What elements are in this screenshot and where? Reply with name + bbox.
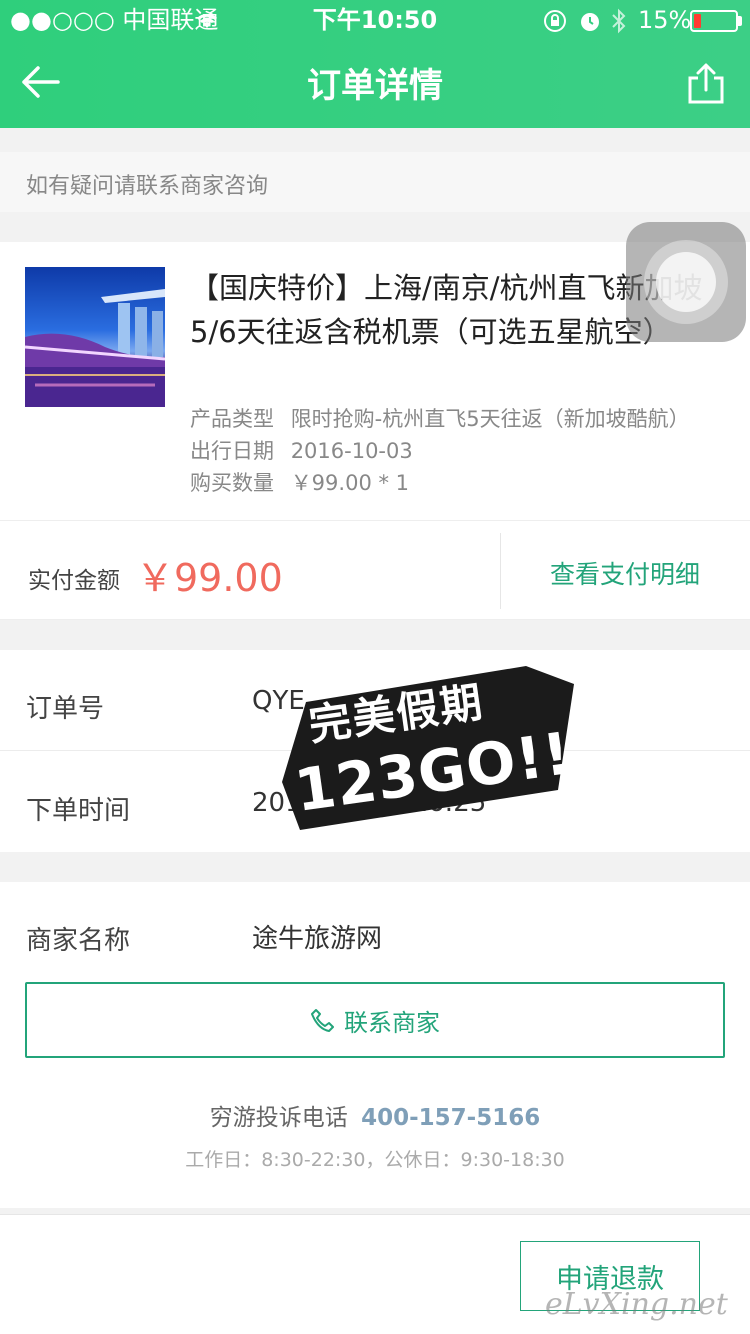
header: ●●○○○ 中国联通 下午10:50 15% 订单详情	[0, 0, 750, 128]
travel-date-row: 出行日期 2016-10-03	[190, 435, 413, 465]
notice-text: 如有疑问请联系商家咨询	[26, 174, 269, 199]
assistive-touch-button[interactable]	[626, 222, 746, 342]
corner-watermark: eLvXing.net	[545, 1287, 728, 1322]
bluetooth-icon	[612, 8, 626, 34]
complaint-line: 穷游投诉电话 400-157-5166	[0, 1098, 750, 1132]
payment-summary: 实付金额 ￥99.00 查看支付明细	[0, 520, 750, 620]
battery-percent: 15%	[638, 6, 692, 34]
complaint-label: 穷游投诉电话	[209, 1105, 348, 1131]
service-hours: 工作日：8:30-22:30，公休日：9:30-18:30	[185, 1149, 565, 1171]
merchant-name-value: 途牛旅游网	[252, 924, 383, 954]
watermark-stamp: 完美假期 123GO!!	[276, 662, 576, 832]
contact-merchant-button[interactable]: 联系商家	[25, 982, 725, 1058]
product-type-label: 产品类型	[190, 407, 274, 431]
merchant-section: 商家名称 途牛旅游网 联系商家 穷游投诉电话 400-157-5166 工作日：…	[0, 882, 750, 1208]
product-type-row: 产品类型 限时抢购-杭州直飞5天往返（新加坡酷航）	[190, 403, 690, 433]
paid-amount-label: 实付金额	[28, 568, 120, 594]
battery-tip	[738, 16, 742, 26]
rotation-lock-icon	[544, 10, 566, 32]
paid-amount-value: ￥99.00	[136, 556, 283, 600]
product-type-value: 限时抢购-杭州直飞5天往返（新加坡酷航）	[290, 407, 690, 431]
bottom-action-bar: 申请退款 eLvXing.net	[0, 1214, 750, 1334]
travel-date-value: 2016-10-03	[290, 439, 413, 463]
phone-icon	[311, 1009, 334, 1032]
payment-detail-link[interactable]: 查看支付明细	[500, 555, 750, 591]
page-title: 订单详情	[307, 66, 443, 106]
complaint-phone-link[interactable]: 400-157-5166	[361, 1105, 540, 1131]
product-thumbnail	[25, 267, 165, 407]
quantity-label: 购买数量	[190, 471, 274, 495]
notice-bar: 如有疑问请联系商家咨询	[0, 152, 750, 212]
share-icon[interactable]	[684, 62, 728, 106]
marina-bay-image	[25, 289, 165, 407]
quantity-row: 购买数量 ￥99.00 * 1	[190, 467, 409, 497]
quantity-value: ￥99.00 * 1	[290, 471, 410, 495]
order-number-label: 订单号	[26, 694, 105, 724]
contact-merchant-label: 联系商家	[344, 1008, 440, 1037]
travel-date-label: 出行日期	[190, 439, 274, 463]
merchant-name-label: 商家名称	[26, 926, 131, 956]
alarm-icon	[581, 13, 599, 31]
order-time-label: 下单时间	[26, 796, 131, 826]
battery-icon	[690, 10, 738, 32]
